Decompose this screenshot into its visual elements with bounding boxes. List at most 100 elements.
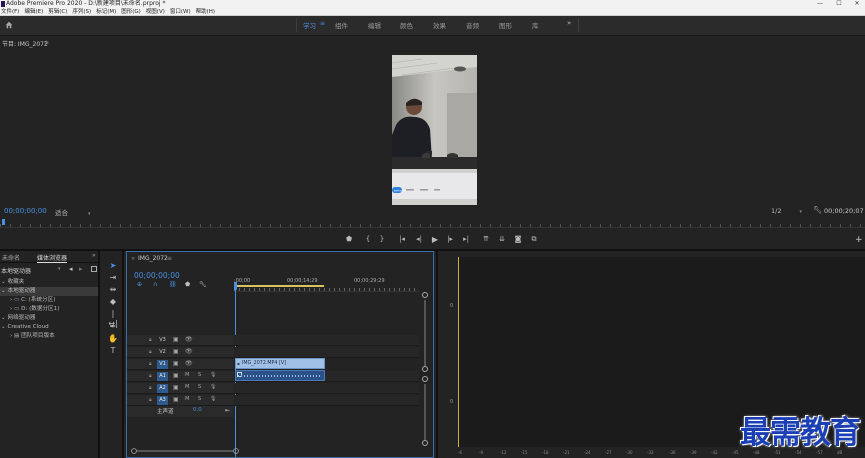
menu-clip[interactable]: 剪辑(C) (48, 9, 67, 16)
panel-menu-icon[interactable]: ≡ (44, 39, 49, 46)
selection-tool-icon[interactable]: ➤ (108, 261, 118, 271)
track-name[interactable]: A3 (157, 396, 168, 405)
scroll-handle[interactable] (422, 292, 428, 298)
menu-markers[interactable]: 标记(M) (96, 9, 116, 16)
playhead-marker[interactable] (234, 282, 237, 290)
voiceover-mic-icon[interactable]: 🎙︎ (210, 396, 216, 402)
scroll-handle[interactable] (422, 376, 428, 382)
workspace-tab-learn[interactable]: 学习 (303, 20, 316, 30)
sync-lock-icon[interactable]: ▣ (173, 372, 179, 379)
workspace-more-button[interactable]: » (567, 19, 571, 27)
track-select-tool-icon[interactable]: ⇥ (108, 273, 118, 283)
lock-icon[interactable]: 🔒︎ (149, 349, 152, 355)
pen-tool-icon[interactable]: ✒ (108, 322, 118, 332)
ripple-edit-tool-icon[interactable]: ⇹ (108, 285, 118, 295)
in-point-icon[interactable]: { (362, 235, 374, 243)
mute-button[interactable]: M (185, 384, 189, 390)
tree-item-creative-cloud[interactable]: ⌄ Creative Cloud (0, 323, 98, 332)
scroll-handle[interactable] (422, 440, 428, 446)
view-toggle-icon[interactable] (91, 266, 97, 272)
sync-lock-icon[interactable]: ▣ (173, 336, 179, 343)
program-time-ruler[interactable] (0, 219, 865, 228)
go-to-end-icon[interactable]: ⇤ (225, 407, 230, 414)
go-to-in-icon[interactable]: |◂ (396, 235, 408, 243)
close-button[interactable]: ✕ (852, 0, 862, 8)
track-name[interactable]: V3 (157, 336, 168, 345)
track-header-v2[interactable]: 🔒︎ V2 ▣ 👁︎ (127, 347, 234, 358)
track-lane-v2[interactable] (235, 347, 419, 358)
track-lane-a2[interactable] (235, 383, 419, 394)
snap-icon[interactable]: ∩ (153, 281, 157, 288)
video-preview[interactable]: welcome (392, 55, 477, 205)
out-point-icon[interactable]: } (376, 235, 388, 243)
eye-icon[interactable]: 👁︎ (185, 360, 193, 367)
play-icon[interactable]: ▶ (429, 235, 441, 244)
tree-item-local-drives[interactable]: ⌄ 本地驱动器 (0, 287, 98, 296)
master-track-header[interactable]: 主声道 0.0 ⇤ (127, 406, 234, 417)
workspace-menu-icon[interactable]: ≡ (320, 20, 325, 27)
sync-lock-icon[interactable]: ▣ (173, 396, 179, 403)
track-lane-v3[interactable] (235, 335, 419, 346)
sync-lock-icon[interactable]: ▣ (173, 384, 179, 391)
marker-icon[interactable]: ⬟ (343, 235, 355, 243)
slip-tool-icon[interactable]: |↔| (108, 309, 118, 328)
audio-clip[interactable] (235, 370, 325, 381)
tab-project[interactable]: 未命名 (2, 253, 20, 262)
settings-wrench-icon[interactable]: 🔧︎ (199, 281, 207, 288)
track-header-v3[interactable]: 🔒︎ V3 ▣ 👁︎ (127, 335, 234, 346)
home-icon[interactable] (5, 21, 13, 29)
step-back-icon[interactable]: ◂| (413, 235, 425, 243)
solo-button[interactable]: S (198, 396, 201, 402)
tree-item-drive-c[interactable]: › ▭ C: (系统分区) (0, 296, 98, 305)
timeline-timecode[interactable]: 00;00;00;00 (134, 271, 180, 280)
solo-button[interactable]: S (198, 372, 201, 378)
workspace-tab-color[interactable]: 颜色 (400, 20, 413, 30)
workspace-tab-libraries[interactable]: 库 (532, 20, 539, 30)
track-name[interactable]: A1 (157, 372, 168, 381)
tree-item-team-projects[interactable]: › ▤ 团队项目版本 (0, 332, 98, 341)
extract-icon[interactable]: ⇊ (496, 235, 508, 243)
mute-button[interactable]: M (185, 396, 189, 402)
voiceover-mic-icon[interactable]: 🎙︎ (210, 384, 216, 390)
horizontal-scrollbar[interactable] (131, 448, 241, 454)
vertical-scrollbar[interactable] (421, 292, 429, 452)
tree-item-favorites[interactable]: ⌄ 收藏夹 (0, 278, 98, 287)
eye-icon[interactable]: 👁︎ (185, 336, 193, 343)
track-header-v1[interactable]: 🔒︎ V1 ▣ 👁︎ (127, 359, 234, 370)
workspace-tab-effects[interactable]: 效果 (433, 20, 446, 30)
master-volume-value[interactable]: 0.0 (193, 407, 202, 413)
back-arrow-icon[interactable]: ◂ (69, 265, 73, 273)
tree-item-drive-d[interactable]: › ▭ D: (数据分区1) (0, 305, 98, 314)
maximize-button[interactable]: ☐ (834, 0, 844, 8)
menu-edit[interactable]: 编辑(E) (24, 9, 43, 16)
scroll-handle[interactable] (422, 366, 428, 372)
lock-icon[interactable]: 🔒︎ (149, 397, 152, 403)
playback-resolution-select[interactable]: 1/2 ▾ (771, 207, 802, 215)
lock-icon[interactable]: 🔒︎ (149, 385, 152, 391)
export-frame-icon[interactable]: ◙ (512, 235, 524, 243)
menu-window[interactable]: 窗口(W) (170, 9, 191, 16)
menu-sequence[interactable]: 序列(S) (72, 9, 91, 16)
workspace-tab-assembly[interactable]: 组件 (335, 20, 348, 30)
video-clip[interactable]: ▪ IMG_2072.MP4 [V] (235, 358, 325, 369)
playhead-timecode[interactable]: 00;00;00;00 (4, 207, 47, 215)
add-button-icon[interactable]: + (855, 235, 863, 245)
menu-help[interactable]: 帮助(H) (196, 9, 215, 16)
scroll-track[interactable] (424, 300, 426, 366)
lock-icon[interactable]: 🔒︎ (149, 337, 152, 343)
solo-button[interactable]: S (198, 384, 201, 390)
eye-icon[interactable]: 👁︎ (185, 348, 193, 355)
hand-tool-icon[interactable]: ✋ (108, 334, 118, 344)
chevron-down-icon[interactable]: ▾ (58, 266, 61, 272)
program-monitor-title[interactable]: 节目: IMG_2072 (2, 39, 48, 48)
track-name[interactable]: V2 (157, 348, 168, 357)
zoom-fit-select[interactable]: 适合 ▾ (55, 207, 91, 217)
lift-icon[interactable]: ⇈ (480, 235, 492, 243)
track-header-a1[interactable]: 🔒︎ A1 ▣ M S 🎙︎ (127, 371, 234, 382)
add-marker-icon[interactable]: ⬟ (185, 281, 190, 288)
sequence-tab[interactable]: IMG_2072 (138, 255, 168, 262)
close-icon[interactable]: × (131, 256, 135, 262)
sync-lock-icon[interactable]: ▣ (173, 360, 179, 367)
track-header-a3[interactable]: 🔒︎ A3 ▣ M S 🎙︎ (127, 395, 234, 406)
mute-button[interactable]: M (185, 372, 189, 378)
